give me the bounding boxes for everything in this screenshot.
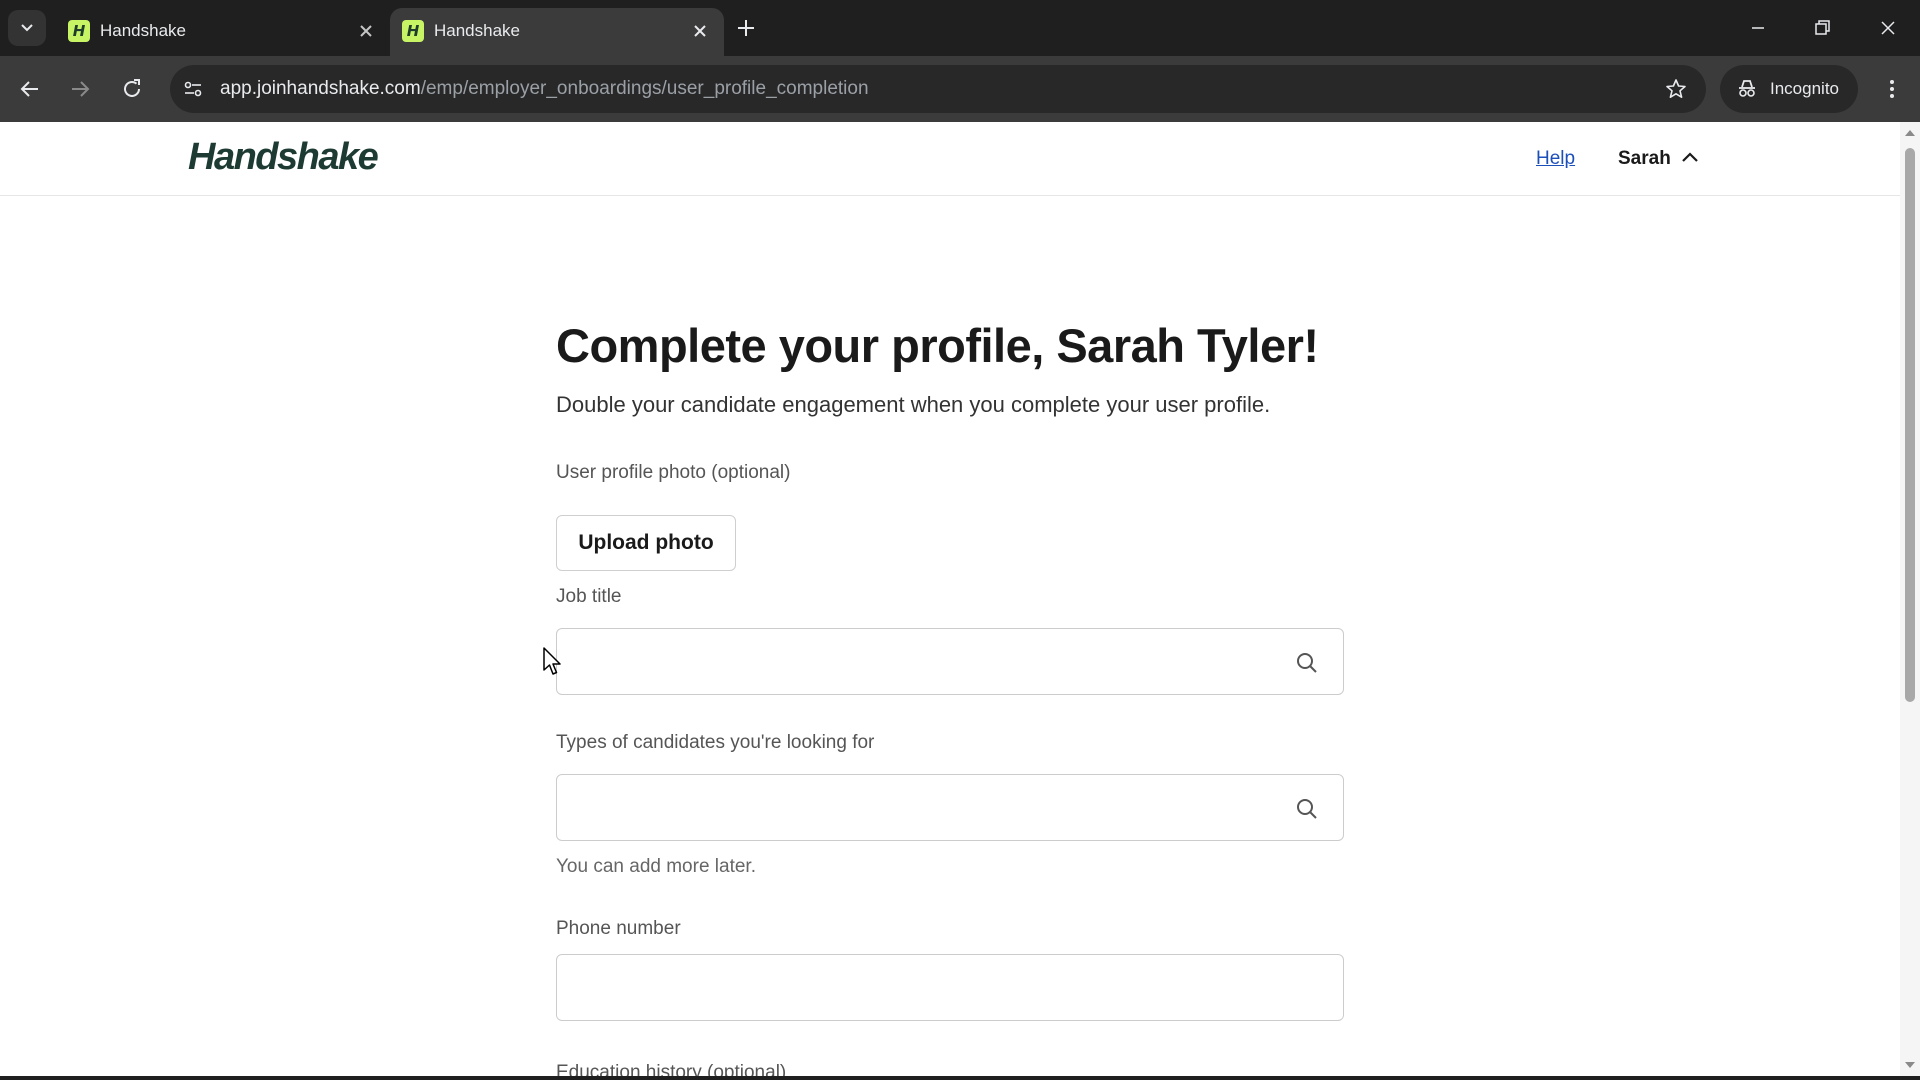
page-title: Complete your profile, Sarah Tyler! [556, 319, 1319, 372]
url-text[interactable]: app.joinhandshake.com/emp/employer_onboa… [220, 78, 869, 100]
candidate-types-input[interactable] [573, 785, 1253, 831]
job-title-label: Job title [556, 586, 622, 607]
scrollbar-thumb[interactable] [1905, 148, 1915, 702]
close-icon[interactable] [356, 21, 376, 41]
window-bottom-edge [0, 1076, 1920, 1080]
site-header: Handshake Help Sarah [0, 122, 1900, 196]
scroll-up-icon[interactable] [1904, 128, 1916, 138]
phone-label: Phone number [556, 918, 681, 939]
handshake-favicon-icon: H [402, 20, 424, 42]
minimize-icon[interactable] [1744, 14, 1772, 42]
browser-tab-2[interactable]: H Handshake [390, 8, 724, 56]
tab-title: Handshake [100, 21, 187, 40]
search-icon [1297, 653, 1317, 673]
phone-field[interactable] [556, 954, 1344, 1021]
candidate-types-field[interactable] [556, 774, 1344, 841]
browser-toolbar: app.joinhandshake.com/emp/employer_onboa… [0, 56, 1920, 122]
user-menu-button[interactable]: Sarah [1618, 148, 1700, 170]
close-window-icon[interactable] [1874, 14, 1902, 42]
search-icon [1297, 799, 1317, 819]
candidate-types-label: Types of candidates you're looking for [556, 732, 875, 753]
incognito-indicator[interactable]: Incognito [1720, 65, 1858, 113]
handshake-logo[interactable]: Handshake [188, 136, 379, 179]
url-host: app.joinhandshake.com [220, 78, 421, 99]
browser-tab-1[interactable]: H Handshake [56, 8, 390, 56]
more-icon[interactable] [1876, 73, 1908, 105]
restore-icon[interactable] [1808, 14, 1836, 42]
close-icon[interactable] [690, 21, 710, 41]
upload-photo-button[interactable]: Upload photo [556, 515, 736, 571]
job-title-field[interactable] [556, 628, 1344, 695]
help-link[interactable]: Help [1536, 148, 1575, 170]
chevron-up-icon [1682, 152, 1698, 163]
page-subtitle: Double your candidate engagement when yo… [556, 392, 1271, 417]
user-name: Sarah [1618, 148, 1671, 169]
photo-label: User profile photo (optional) [556, 462, 791, 483]
handshake-favicon-icon: H [68, 20, 90, 42]
address-bar[interactable]: app.joinhandshake.com/emp/employer_onboa… [170, 65, 1706, 113]
reload-icon[interactable] [116, 73, 148, 105]
forward-icon[interactable] [64, 73, 96, 105]
web-page: Handshake Help Sarah Complete your profi… [0, 122, 1920, 1080]
page-scrollbar[interactable] [1900, 122, 1920, 1080]
mouse-cursor-icon [543, 647, 561, 675]
incognito-label: Incognito [1770, 79, 1839, 98]
url-path: /emp/employer_onboardings/user_profile_c… [420, 78, 869, 99]
tab-title: Handshake [434, 21, 521, 40]
scroll-down-icon[interactable] [1904, 1060, 1916, 1070]
incognito-icon [1739, 80, 1755, 97]
star-icon[interactable] [1664, 77, 1688, 101]
browser-tab-bar: H Handshake H Handshake [0, 0, 1920, 56]
tab-search-button[interactable] [8, 10, 46, 46]
phone-input[interactable] [573, 965, 1253, 1011]
chevron-down-icon [21, 24, 33, 32]
job-title-input[interactable] [573, 639, 1253, 685]
back-icon[interactable] [14, 73, 46, 105]
plus-icon[interactable] [734, 16, 758, 40]
candidate-types-helper: You can add more later. [556, 856, 756, 877]
site-info-icon[interactable] [182, 78, 204, 100]
